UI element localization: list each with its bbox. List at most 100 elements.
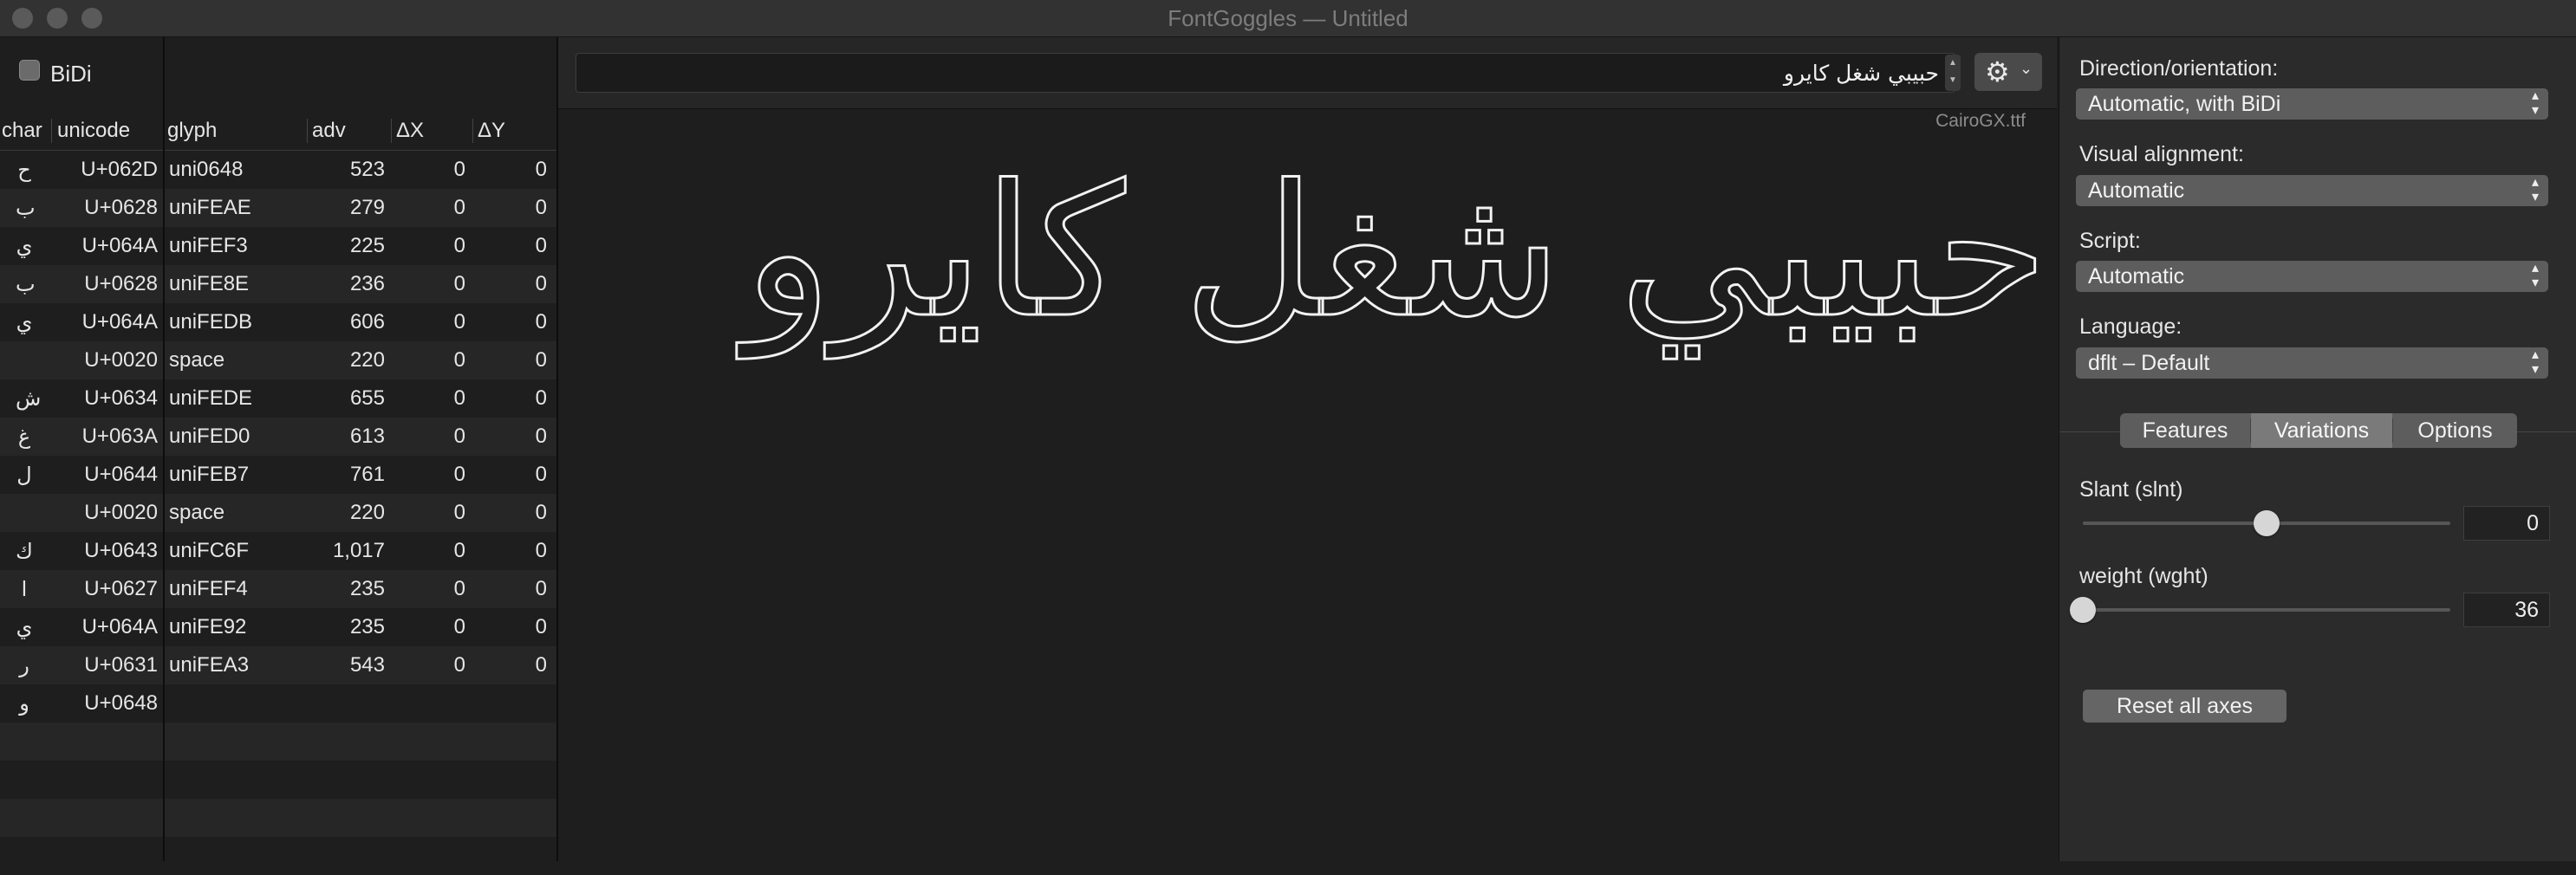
char-table-row[interactable]: ب U+0628: [0, 265, 164, 303]
stepper-icon[interactable]: ▲ ▼: [1945, 55, 1961, 91]
char-table-row[interactable]: ا U+0627: [0, 570, 164, 608]
adv-column-header[interactable]: adv: [312, 112, 346, 150]
dx-cell: 0: [453, 310, 465, 334]
glyph-column-header[interactable]: glyph: [167, 112, 217, 150]
empty-table-row: [165, 761, 556, 799]
char-table-row[interactable]: ر U+0631: [0, 646, 164, 684]
direction-select[interactable]: Automatic, with BiDi ▴ ▾: [2076, 88, 2548, 120]
empty-table-row: [0, 799, 164, 837]
glyph-table-row[interactable]: uni0648 523 0 0: [165, 151, 556, 189]
empty-table-row: [0, 837, 164, 875]
unicode-cell: U+064A: [81, 615, 158, 638]
unicode-cell: U+064A: [81, 234, 158, 257]
weight-value-field[interactable]: 36: [2463, 593, 2550, 627]
char-table-row[interactable]: ك U+0643: [0, 532, 164, 570]
column-divider: [391, 119, 392, 143]
tab-variations[interactable]: Variations: [2251, 413, 2392, 448]
char-table-row[interactable]: ش U+0634: [0, 379, 164, 418]
tab-options[interactable]: Options: [2393, 413, 2517, 448]
script-select[interactable]: Automatic ▴ ▾: [2076, 261, 2548, 292]
char-table-row[interactable]: U+0020: [0, 494, 164, 532]
sidebar-tabs: Features Variations Options: [2120, 413, 2517, 448]
char-cell: ر: [19, 653, 29, 677]
dy-cell: 0: [535, 272, 547, 295]
dx-column-header[interactable]: ΔX: [396, 112, 424, 150]
glyph-table-body: uni0648 523 0 0 uniFEAE 279 0 0 uniFEF3 225 0 0 uniF…: [165, 151, 556, 875]
char-table-row[interactable]: ح U+062D: [0, 151, 164, 189]
slant-value-field[interactable]: 0: [2463, 506, 2550, 541]
glyph-name-cell: space: [169, 501, 225, 524]
bidi-label: BiDi: [50, 61, 92, 87]
char-cell: ب: [16, 272, 36, 296]
glyph-table-row[interactable]: uniFEDB 606 0 0: [165, 303, 556, 341]
glyph-table-row[interactable]: space 220 0 0: [165, 494, 556, 532]
glyph-table-row[interactable]: uniFEA3 543 0 0: [165, 646, 556, 684]
chevron-down-icon: ⌄: [2020, 60, 2033, 77]
unicode-column-header[interactable]: unicode: [57, 112, 130, 150]
glyph-table-row[interactable]: uniFEB7 761 0 0: [165, 456, 556, 494]
adv-cell: 761: [349, 463, 385, 486]
glyph-table-row[interactable]: space 220 0 0: [165, 341, 556, 379]
unicode-cell: U+0634: [84, 386, 158, 410]
char-cell: غ: [17, 425, 31, 449]
glyph-table-row[interactable]: uniFEF4 235 0 0: [165, 570, 556, 608]
char-table-row[interactable]: و U+0648: [0, 684, 164, 723]
gear-icon: ⚙: [1985, 56, 2010, 88]
glyph-name-cell: uni0648: [169, 158, 244, 181]
glyph-preview-text[interactable]: حبيبي شغل كايرو: [743, 139, 2049, 365]
char-table-row[interactable]: ي U+064A: [0, 227, 164, 265]
glyph-name-cell: space: [169, 348, 225, 372]
empty-table-row: [165, 723, 556, 761]
slant-slider-knob[interactable]: [2254, 510, 2280, 536]
glyph-table-row[interactable]: uniFEAE 279 0 0: [165, 189, 556, 227]
language-select[interactable]: dflt – Default ▴ ▾: [2076, 347, 2548, 379]
adv-cell: 523: [349, 158, 385, 181]
char-cell: ا: [21, 577, 28, 601]
dy-cell: 0: [535, 501, 547, 524]
char-cell: ك: [16, 539, 33, 563]
glyph-name-cell: uniFE8E: [169, 272, 250, 295]
char-cell: ي: [16, 310, 33, 334]
weight-slider[interactable]: [2083, 608, 2450, 612]
alignment-value: Automatic: [2088, 178, 2185, 203]
char-cell: ي: [16, 234, 33, 258]
weight-axis-label: weight (wght): [2079, 564, 2208, 588]
char-cell: ش: [16, 386, 42, 411]
unicode-cell: U+0020: [84, 501, 158, 524]
window-title: FontGoggles — Untitled: [1168, 5, 1408, 31]
glyph-name-cell: uniFEA3: [169, 653, 250, 677]
settings-menu-button[interactable]: ⚙ ⌄: [1974, 53, 2042, 91]
unicode-cell: U+064A: [81, 310, 158, 334]
bidi-checkbox[interactable]: [19, 60, 40, 81]
tab-features[interactable]: Features: [2120, 413, 2250, 448]
char-table-row[interactable]: ي U+064A: [0, 608, 164, 646]
glyph-table-row[interactable]: uniFED0 613 0 0: [165, 418, 556, 456]
char-table-row[interactable]: ل U+0644: [0, 456, 164, 494]
adv-cell: 220: [349, 501, 385, 524]
char-table-row[interactable]: U+0020: [0, 341, 164, 379]
glyph-table-row[interactable]: uniFEDE 655 0 0: [165, 379, 556, 418]
glyph-table-row[interactable]: uniFC6F 1,017 0 0: [165, 532, 556, 570]
char-table-row[interactable]: ي U+064A: [0, 303, 164, 341]
text-entry-bar: ▲▼ ⚙ ⌄: [558, 37, 2057, 109]
dy-cell: 0: [535, 539, 547, 562]
dx-cell: 0: [453, 653, 465, 677]
glyph-table-row[interactable]: uniFEF3 225 0 0: [165, 227, 556, 265]
dx-cell: 0: [453, 272, 465, 295]
char-table-row[interactable]: غ U+063A: [0, 418, 164, 456]
weight-slider-knob[interactable]: [2070, 597, 2096, 623]
reset-axes-button[interactable]: Reset all axes: [2083, 690, 2287, 723]
dx-cell: 0: [453, 234, 465, 257]
dy-cell: 0: [535, 158, 547, 181]
alignment-select[interactable]: Automatic ▴ ▾: [2076, 175, 2548, 206]
sample-text-input[interactable]: [576, 53, 1955, 93]
dy-cell: 0: [535, 234, 547, 257]
char-table-row[interactable]: ب U+0628: [0, 189, 164, 227]
adv-cell: 235: [349, 577, 385, 600]
char-column-header[interactable]: char: [2, 112, 42, 150]
direction-value: Automatic, with BiDi: [2088, 92, 2281, 116]
dy-column-header[interactable]: ΔY: [478, 112, 505, 150]
script-value: Automatic: [2088, 264, 2185, 288]
glyph-table-row[interactable]: uniFE8E 236 0 0: [165, 265, 556, 303]
glyph-table-row[interactable]: uniFE92 235 0 0: [165, 608, 556, 646]
